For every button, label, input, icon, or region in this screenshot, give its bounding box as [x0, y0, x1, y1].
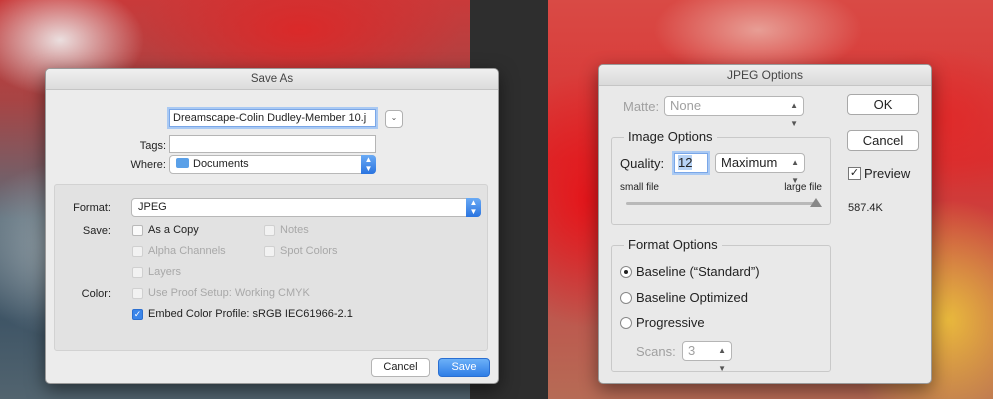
notes-checkbox[interactable]: Notes — [264, 224, 309, 236]
checkbox-box — [132, 224, 143, 236]
small-file-label: small file — [620, 182, 659, 193]
popup-arrows-icon: ▲ ▼ — [466, 198, 481, 217]
quality-slider-track[interactable] — [626, 198, 822, 207]
checkmark-icon: ✓ — [848, 167, 861, 180]
where-value: Documents — [193, 158, 249, 170]
save-as-dialog: Save As Save As: Dreamscape-Colin Dudley… — [45, 68, 499, 384]
checkbox-label: Notes — [280, 224, 309, 236]
checkbox-box — [132, 245, 143, 257]
group-title: Format Options — [624, 237, 722, 252]
preview-label: Preview — [864, 166, 911, 181]
as-a-copy-checkbox[interactable]: As a Copy — [132, 224, 199, 236]
matte-label: Matte: — [623, 99, 660, 114]
expand-dialog-button[interactable]: ⌄ — [385, 110, 403, 128]
checkbox-label: Use Proof Setup: Working CMYK — [148, 287, 310, 299]
cancel-button[interactable]: Cancel — [371, 358, 430, 377]
checkbox-label: Spot Colors — [280, 245, 338, 257]
save-button[interactable]: Save — [438, 358, 490, 377]
use-proof-setup-checkbox[interactable]: Use Proof Setup: Working CMYK — [132, 287, 310, 299]
radio-label: Progressive — [636, 315, 705, 330]
scans-popup[interactable]: 3 ▲ ▼ — [682, 341, 732, 373]
dialog-title: JPEG Options — [599, 65, 931, 86]
radio-label: Baseline (“Standard”) — [636, 264, 760, 279]
radio-button — [620, 316, 632, 329]
checkbox-box — [132, 266, 143, 278]
popup-arrows-icon: ▲ ▼ — [361, 155, 376, 174]
quality-preset-popup[interactable]: Maximum ▲ ▼ — [715, 153, 805, 185]
layers-checkbox[interactable]: Layers — [132, 266, 181, 278]
format-value: JPEG — [138, 201, 167, 213]
group-title: Image Options — [624, 129, 717, 144]
large-file-label: large file — [784, 182, 822, 193]
format-label: Format: — [73, 202, 111, 214]
checkbox-label: As a Copy — [148, 224, 199, 236]
tags-input[interactable] — [169, 135, 376, 153]
matte-popup[interactable]: None ▲ ▼ — [664, 96, 804, 128]
quality-value: 12 — [678, 155, 693, 170]
cancel-button[interactable]: Cancel — [847, 130, 919, 151]
format-popup[interactable]: JPEG ▲ ▼ — [131, 198, 481, 217]
updown-arrows-icon: ▲ ▼ — [790, 101, 798, 128]
format-options-group: Format Options Baseline (“Standard”) Bas… — [611, 237, 831, 373]
checkbox-box — [264, 245, 275, 257]
chevron-down-icon: ⌄ — [390, 113, 398, 122]
filename-input[interactable]: Dreamscape-Colin Dudley-Member 10.j — [169, 109, 376, 127]
checkmark-icon: ✓ — [132, 308, 143, 320]
color-label: Color: — [81, 288, 111, 300]
radio-button — [620, 265, 632, 278]
where-popup[interactable]: Documents ▲ ▼ — [169, 155, 376, 174]
tags-label: Tags: — [139, 140, 166, 152]
baseline-standard-radio[interactable]: Baseline (“Standard”) — [620, 264, 760, 279]
folder-icon — [176, 158, 189, 168]
save-options-label: Save: — [82, 225, 111, 237]
preview-checkbox[interactable]: ✓ Preview — [848, 166, 910, 181]
dialog-title: Save As — [46, 69, 498, 90]
embed-color-profile-checkbox[interactable]: ✓ Embed Color Profile: sRGB IEC61966-2.1 — [132, 308, 353, 320]
baseline-optimized-radio[interactable]: Baseline Optimized — [620, 290, 748, 305]
checkbox-box — [264, 224, 275, 236]
checkbox-label: Layers — [148, 266, 182, 278]
quality-label: Quality: — [620, 156, 665, 171]
scans-label: Scans: — [636, 344, 676, 359]
scans-value: 3 — [688, 343, 696, 358]
matte-value: None — [670, 98, 702, 113]
checkbox-label: Embed Color Profile: sRGB IEC61966-2.1 — [148, 308, 353, 320]
updown-arrows-icon: ▲ ▼ — [718, 346, 726, 373]
progressive-radio[interactable]: Progressive — [620, 315, 705, 330]
quality-input[interactable]: 12 — [674, 153, 708, 173]
file-size: 587.4K — [848, 202, 883, 214]
radio-label: Baseline Optimized — [636, 290, 748, 305]
quality-slider-thumb[interactable] — [810, 198, 822, 207]
alpha-channels-checkbox[interactable]: Alpha Channels — [132, 245, 226, 257]
quality-preset-value: Maximum — [721, 155, 778, 170]
checkbox-label: Alpha Channels — [148, 245, 226, 257]
spot-colors-checkbox[interactable]: Spot Colors — [264, 245, 337, 257]
jpeg-options-dialog: JPEG Options Matte: None ▲ ▼ OK Cancel ✓ … — [598, 64, 932, 384]
where-label: Where: — [130, 159, 166, 171]
radio-button — [620, 291, 632, 304]
image-options-group: Image Options Quality: 12 Maximum ▲ ▼ sma… — [611, 129, 831, 225]
checkbox-box — [132, 287, 143, 299]
options-panel: Format: JPEG ▲ ▼ Save: As a Copy Notes Al… — [54, 184, 488, 351]
ok-button[interactable]: OK — [847, 94, 919, 115]
